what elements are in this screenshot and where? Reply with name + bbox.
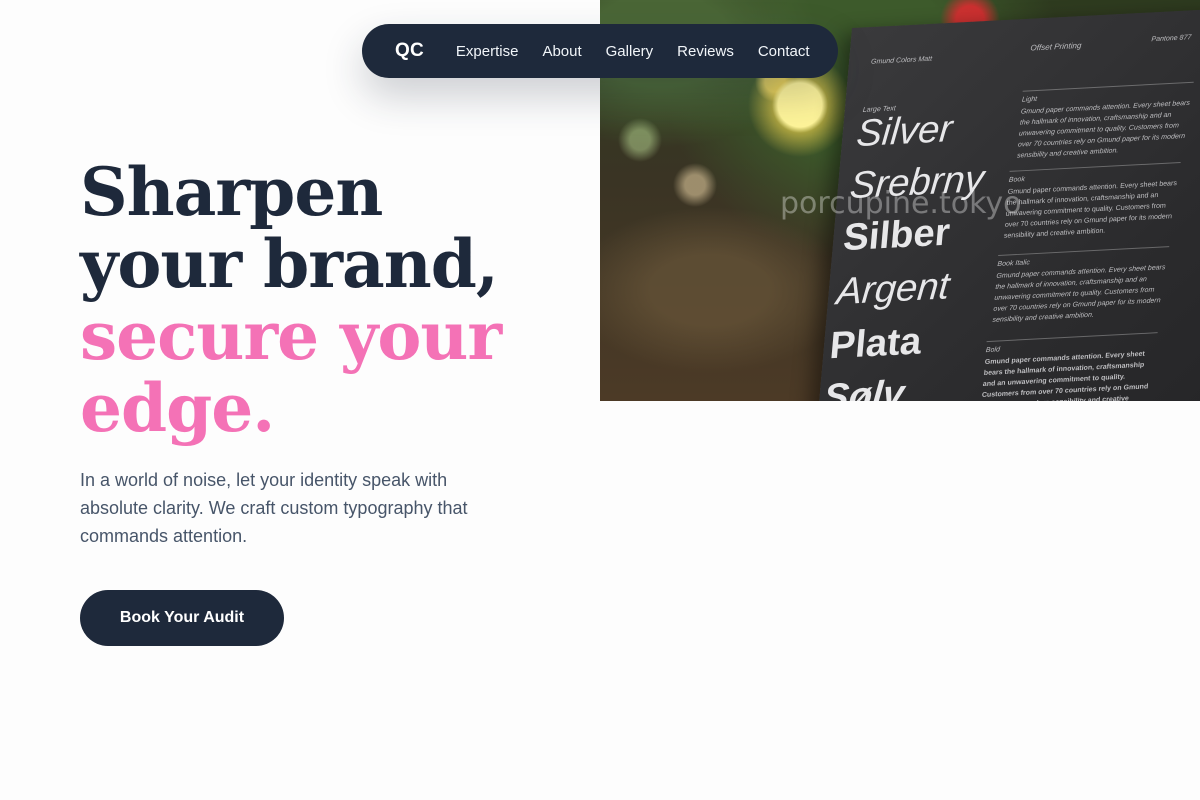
headline-line-4: edge.: [80, 369, 275, 447]
card-rule: [1022, 81, 1194, 92]
card-body-book-italic: Gmund paper commands attention. Every sh…: [992, 264, 1166, 324]
card-body-light: Gmund paper commands attention. Every sh…: [1016, 99, 1191, 160]
logo[interactable]: QC: [395, 40, 424, 62]
headline-line-3: secure your: [80, 297, 502, 375]
card-label-light: Light: [1021, 95, 1038, 104]
card-label-book: Book: [1008, 176, 1026, 184]
headline-line-1: Sharpen: [80, 153, 383, 231]
hero-subtext: In a world of noise, let your identity s…: [80, 470, 468, 546]
nav-link-contact[interactable]: Contact: [758, 43, 810, 60]
hero-headline: Sharpen your brand, secure your edge.: [80, 156, 600, 444]
card-rule: [1009, 161, 1181, 172]
card-word-silver: Silver: [854, 108, 955, 156]
card-label-bold: Bold: [985, 346, 1001, 355]
card-word-solv: Sølv: [821, 373, 906, 401]
card-header-right: Pantone 877: [1151, 34, 1192, 44]
headline-line-2: your brand,: [80, 225, 499, 303]
nav-links: Expertise About Gallery Reviews Contact: [456, 43, 810, 60]
watermark-text: porcupine.tokyo: [780, 186, 1022, 221]
card-header-left: Gmund Colors Matt: [870, 55, 933, 66]
card-word-plata: Plata: [828, 320, 924, 368]
card-header-mid: Offset Printing: [1030, 40, 1082, 53]
top-nav: QC Expertise About Gallery Reviews Conta…: [362, 24, 838, 78]
card-rule: [986, 332, 1158, 343]
card-word-argent: Argent: [834, 265, 952, 314]
nav-link-expertise[interactable]: Expertise: [456, 43, 519, 60]
card-label-book-italic: Book Italic: [997, 259, 1031, 268]
card-rule: [998, 246, 1170, 256]
book-audit-button[interactable]: Book Your Audit: [80, 590, 284, 646]
card-body-bold: Gmund paper commands attention. Every sh…: [981, 350, 1149, 401]
nav-link-reviews[interactable]: Reviews: [677, 43, 734, 60]
nav-link-gallery[interactable]: Gallery: [606, 43, 654, 60]
card-body-book: Gmund paper commands attention. Every sh…: [1003, 180, 1178, 240]
nav-link-about[interactable]: About: [542, 43, 581, 60]
